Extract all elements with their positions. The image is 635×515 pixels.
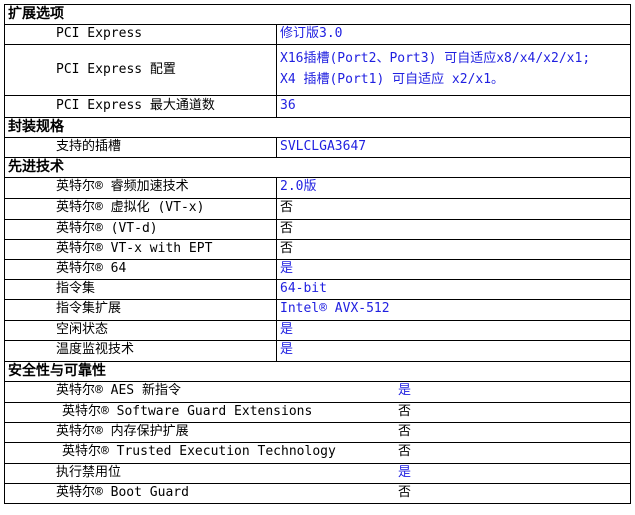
rule — [4, 503, 631, 504]
row-value: 否 — [280, 241, 294, 256]
rule — [4, 157, 631, 158]
row-label: 英特尔® AES 新指令 — [56, 383, 181, 398]
row-label: 英特尔® 64 — [56, 261, 127, 276]
row-value: 否 — [398, 485, 412, 500]
row-value: 是 — [280, 322, 294, 337]
section-expansion: 扩展选项 — [8, 6, 64, 22]
border-left — [4, 4, 5, 504]
border-right — [630, 4, 631, 504]
row-label: 英特尔® Software Guard Extensions — [62, 404, 313, 419]
rule — [4, 117, 631, 118]
row-label: 英特尔® Boot Guard — [56, 485, 189, 500]
row-value: 否 — [280, 221, 294, 236]
row-value: 36 — [280, 98, 296, 113]
row-value: 是 — [280, 261, 294, 276]
row-value-line2: X4 插槽(Port1) 可自适应 x2/x1。 — [280, 72, 505, 87]
row-value: 否 — [398, 444, 412, 459]
row-value: SVLCLGA3647 — [280, 139, 367, 154]
row-value: 否 — [280, 200, 294, 215]
row-value: 是 — [398, 383, 412, 398]
row-label: 英特尔® VT-x with EPT — [56, 241, 213, 256]
row-value: 2.0版 — [280, 179, 317, 194]
row-value: X16插槽(Port2、Port3) 可自适应x8/x4/x2/x1; — [280, 51, 591, 66]
section-advanced: 先进技术 — [8, 159, 64, 175]
row-label: 英特尔® 虚拟化 (VT-x) — [56, 200, 205, 215]
row-value: 否 — [398, 424, 412, 439]
spec-table: 扩展选项 封装规格 先进技术 安全性与可靠性 PCI Express 修订版3.… — [0, 0, 635, 515]
section-package: 封装规格 — [8, 119, 64, 135]
row-label: 英特尔® Trusted Execution Technology — [62, 444, 336, 459]
row-label: PCI Express 最大通道数 — [56, 98, 215, 113]
rule — [4, 44, 631, 45]
row-label: 英特尔® 睿频加速技术 — [56, 179, 189, 194]
row-label: 温度监视技术 — [56, 342, 135, 357]
row-label: 英特尔® (VT-d) — [56, 221, 158, 236]
row-label: 空闲状态 — [56, 322, 109, 337]
row-label: 执行禁用位 — [56, 465, 122, 480]
column-divider — [276, 137, 277, 157]
row-label: PCI Express — [56, 26, 143, 41]
row-value: 64-bit — [280, 281, 327, 296]
row-label: PCI Express 配置 — [56, 62, 176, 77]
section-security: 安全性与可靠性 — [8, 363, 106, 379]
row-value: Intel® AVX-512 — [280, 301, 390, 316]
row-value: 否 — [398, 404, 412, 419]
row-label: 指令集 — [56, 281, 96, 296]
row-label: 指令集扩展 — [56, 301, 122, 316]
column-divider — [276, 177, 277, 361]
rule — [4, 4, 631, 5]
row-value: 修订版3.0 — [280, 26, 343, 41]
row-label: 英特尔® 内存保护扩展 — [56, 424, 189, 439]
row-label: 支持的插槽 — [56, 139, 122, 154]
row-value: 是 — [398, 465, 412, 480]
row-value: 是 — [280, 342, 294, 357]
column-divider — [276, 24, 277, 117]
